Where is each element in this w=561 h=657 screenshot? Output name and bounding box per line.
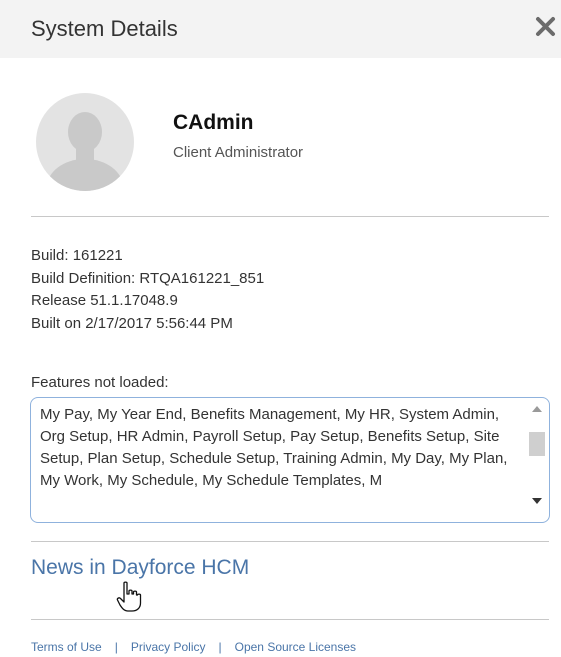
footer-separator: |: [114, 640, 118, 654]
user-profile: CAdmin Client Administrator: [0, 85, 561, 195]
close-button[interactable]: [532, 10, 561, 50]
hand-pointer-icon: [116, 581, 142, 612]
news-link[interactable]: News in Dayforce HCM: [31, 556, 249, 580]
panel-title: System Details: [31, 16, 178, 41]
divider: [31, 619, 549, 620]
features-text: My Pay, My Year End, Benefits Management…: [40, 406, 508, 489]
features-label: Features not loaded:: [31, 374, 169, 391]
build-definition: Build Definition: RTQA161221_851: [31, 269, 265, 287]
avatar: [36, 93, 134, 191]
scroll-thumb[interactable]: [529, 432, 545, 456]
open-source-licenses-link[interactable]: Open Source Licenses: [235, 640, 356, 654]
footer-separator: |: [218, 640, 222, 654]
panel-header: System Details: [0, 0, 561, 58]
scroll-down-arrow-icon[interactable]: [532, 498, 542, 504]
terms-of-use-link[interactable]: Terms of Use: [31, 640, 102, 654]
features-scrollbar[interactable]: [528, 402, 546, 516]
avatar-placeholder-icon: [36, 93, 134, 191]
privacy-policy-link[interactable]: Privacy Policy: [131, 640, 206, 654]
scroll-up-arrow-icon[interactable]: [532, 406, 542, 412]
build-info: Build: 161221 Build Definition: RTQA1612…: [31, 245, 264, 335]
build-number: Build: 161221: [31, 247, 123, 264]
built-on: Built on 2/17/2017 5:56:44 PM: [31, 314, 233, 332]
divider: [31, 541, 549, 542]
divider: [31, 216, 549, 217]
system-details-panel: System Details CAdmin Client Administrat…: [0, 0, 561, 657]
close-icon: [536, 17, 555, 36]
features-textarea[interactable]: My Pay, My Year End, Benefits Management…: [30, 397, 550, 523]
user-name: CAdmin: [173, 111, 254, 134]
release-version: Release 51.1.17048.9: [31, 292, 178, 309]
footer-links: Terms of Use | Privacy Policy | Open Source …: [31, 640, 356, 654]
user-role: Client Administrator: [173, 144, 304, 161]
